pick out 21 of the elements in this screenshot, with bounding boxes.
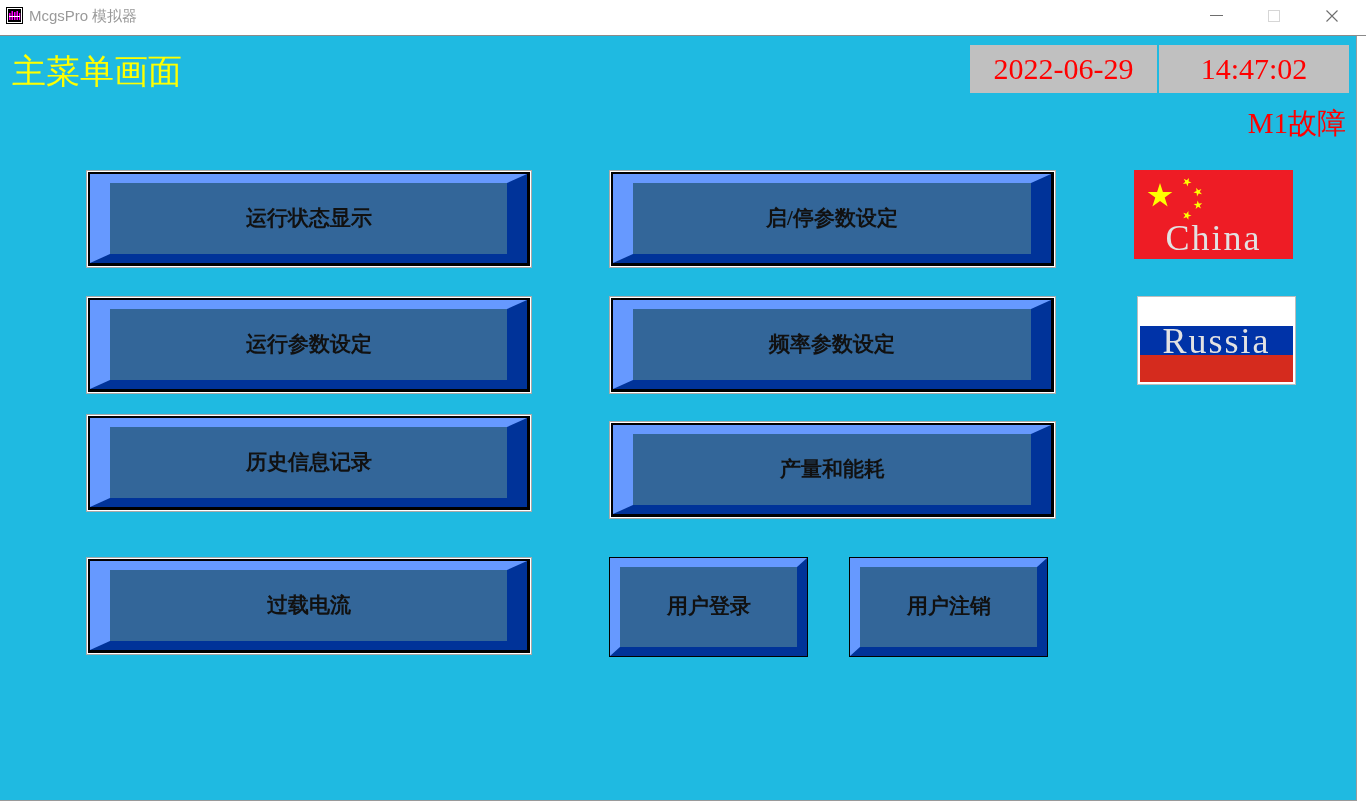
minimize-icon (1209, 15, 1223, 16)
flag-button[interactable]: China (1134, 170, 1293, 259)
menu-button[interactable]: 用户登录 (609, 557, 808, 657)
menu-button[interactable]: 频率参数设定 (609, 296, 1056, 394)
menu-button[interactable]: 过载电流 (86, 557, 532, 655)
window-title: McgsPro 模拟器 (29, 6, 138, 25)
app-icon (6, 7, 23, 24)
menu-button[interactable]: 运行参数设定 (86, 296, 532, 394)
stars-icon (1146, 177, 1204, 221)
menu-button[interactable]: 产量和能耗 (609, 421, 1056, 519)
alarm-text: M1故障 (1247, 107, 1346, 139)
menu-button[interactable]: 用户注销 (849, 557, 1048, 657)
maximize-icon (1268, 9, 1280, 22)
time-display: 14:47:02 (1159, 45, 1349, 93)
flag-button[interactable]: Russia (1137, 296, 1296, 385)
menu-button[interactable]: 历史信息记录 (86, 414, 532, 512)
menu-button[interactable]: 运行状态显示 (86, 170, 532, 268)
menu-button[interactable]: 启/停参数设定 (609, 170, 1056, 268)
close-icon (1326, 9, 1338, 22)
date-display: 2022-06-29 (970, 45, 1157, 93)
screen-title: 主菜单画面 (12, 52, 182, 92)
